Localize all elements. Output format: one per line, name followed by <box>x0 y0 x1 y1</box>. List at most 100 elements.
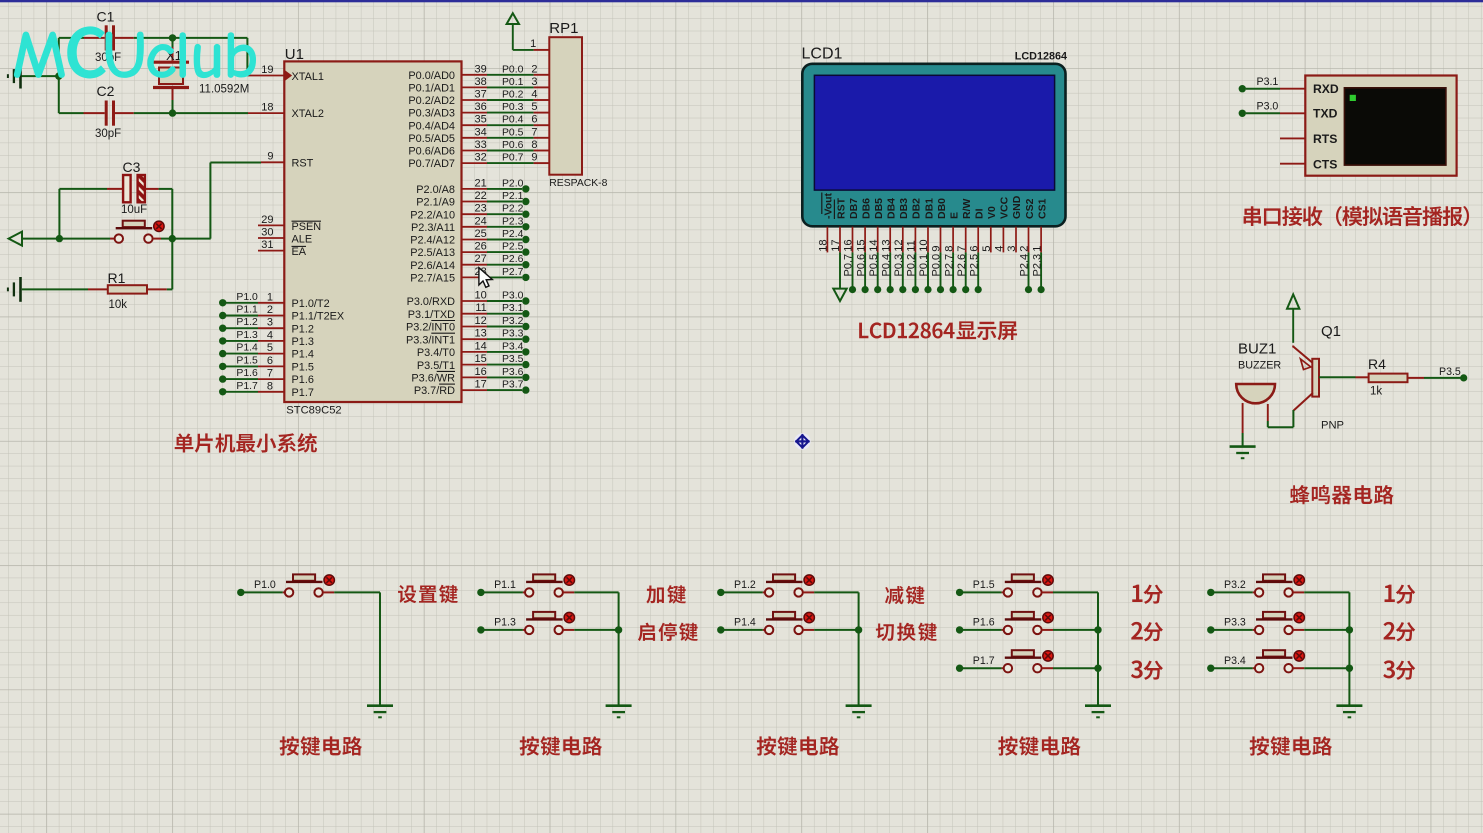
svg-text:P1.7: P1.7 <box>292 387 314 399</box>
svg-text:PSEN: PSEN <box>292 221 322 233</box>
svg-text:P0.2: P0.2 <box>906 254 918 277</box>
svg-text:P3.0: P3.0 <box>502 291 524 302</box>
svg-text:29: 29 <box>261 214 273 226</box>
svg-text:P0.1: P0.1 <box>918 254 930 277</box>
svg-text:P1.5: P1.5 <box>292 362 314 374</box>
svg-text:8: 8 <box>531 139 537 151</box>
svg-text:21: 21 <box>475 177 487 189</box>
svg-text:P3.1: P3.1 <box>1257 76 1279 88</box>
svg-text:P3.4: P3.4 <box>502 341 524 352</box>
svg-text:P0.7: P0.7 <box>843 254 855 277</box>
svg-text:DB0: DB0 <box>936 198 948 219</box>
svg-text:P2.3/A11: P2.3/A11 <box>411 222 455 234</box>
svg-text:5: 5 <box>531 101 537 113</box>
svg-text:R1: R1 <box>108 270 126 286</box>
svg-text:P1.0: P1.0 <box>254 579 276 591</box>
svg-text:LCD12864: LCD12864 <box>1015 51 1067 63</box>
svg-text:5: 5 <box>981 246 993 252</box>
svg-text:P3.5/T1: P3.5/T1 <box>417 360 455 372</box>
svg-text:37: 37 <box>475 89 487 101</box>
svg-text:P1.4: P1.4 <box>734 617 756 629</box>
svg-text:13: 13 <box>475 328 487 340</box>
svg-text:P2.2/A10: P2.2/A10 <box>410 209 455 221</box>
svg-text:P1.5: P1.5 <box>973 579 995 591</box>
svg-text:7: 7 <box>956 246 968 252</box>
svg-text:P3.5: P3.5 <box>1439 366 1461 378</box>
svg-text:P0.0: P0.0 <box>502 64 524 75</box>
svg-text:P2.4: P2.4 <box>1019 254 1031 277</box>
svg-text:P2.0: P2.0 <box>502 178 524 189</box>
svg-text:DB3: DB3 <box>898 198 910 219</box>
svg-text:P0.5/AD5: P0.5/AD5 <box>408 133 455 145</box>
svg-text:P0.6/AD6: P0.6/AD6 <box>408 146 455 158</box>
svg-text:P1.2: P1.2 <box>734 579 756 591</box>
svg-text:30pF: 30pF <box>95 128 121 140</box>
svg-text:P2.4/A12: P2.4/A12 <box>410 235 455 247</box>
svg-text:BUZZER: BUZZER <box>1238 360 1281 372</box>
svg-text:XTAL2: XTAL2 <box>292 108 325 120</box>
svg-text:RST: RST <box>835 197 847 219</box>
svg-text:RP1: RP1 <box>549 20 578 37</box>
svg-text:3: 3 <box>1006 246 1018 252</box>
svg-text:P1.3: P1.3 <box>292 336 314 348</box>
svg-text:P3.4/T0: P3.4/T0 <box>417 347 455 359</box>
svg-text:19: 19 <box>261 64 273 76</box>
svg-text:8: 8 <box>943 246 955 252</box>
svg-text:P2.0/A8: P2.0/A8 <box>416 184 455 196</box>
svg-text:R4: R4 <box>1368 356 1386 372</box>
svg-text:P0.7: P0.7 <box>502 153 524 164</box>
svg-text:17: 17 <box>475 379 487 391</box>
svg-text:P1.2: P1.2 <box>292 323 314 335</box>
svg-text:25: 25 <box>475 228 487 240</box>
svg-text:P2.4: P2.4 <box>502 229 524 240</box>
svg-text:33: 33 <box>475 139 487 151</box>
svg-text:24: 24 <box>475 215 487 227</box>
svg-text:P3.2: P3.2 <box>1224 579 1246 591</box>
svg-text:CS1: CS1 <box>1036 198 1048 219</box>
svg-text:R/W: R/W <box>961 199 973 220</box>
svg-text:TXD: TXD <box>1313 106 1338 120</box>
svg-text:31: 31 <box>261 239 273 251</box>
svg-text:ALE: ALE <box>292 234 313 246</box>
svg-text:CS2: CS2 <box>1024 198 1036 219</box>
svg-text:P1.1: P1.1 <box>236 305 258 316</box>
svg-text:11: 11 <box>906 240 918 252</box>
svg-text:P1.6: P1.6 <box>292 374 314 386</box>
svg-text:P3.0: P3.0 <box>1257 101 1279 113</box>
svg-text:P0.5: P0.5 <box>502 127 524 138</box>
svg-text:36: 36 <box>475 101 487 113</box>
svg-text:13: 13 <box>881 239 893 251</box>
svg-text:11: 11 <box>475 302 486 314</box>
svg-text:PNP: PNP <box>1321 419 1344 431</box>
svg-text:U1: U1 <box>285 46 304 63</box>
svg-text:P1.6: P1.6 <box>236 368 258 379</box>
svg-text:7: 7 <box>531 126 537 138</box>
svg-text:6: 6 <box>968 246 980 252</box>
svg-text:34: 34 <box>475 126 487 138</box>
svg-text:12: 12 <box>893 239 905 251</box>
svg-text:P1.1: P1.1 <box>494 579 516 591</box>
svg-text:11.0592M: 11.0592M <box>199 84 249 96</box>
svg-text:P0.2: P0.2 <box>502 90 524 101</box>
svg-text:P0.5: P0.5 <box>868 254 880 277</box>
svg-text:P0.6: P0.6 <box>502 140 524 151</box>
svg-text:6: 6 <box>267 355 273 367</box>
svg-text:15: 15 <box>475 353 487 365</box>
svg-text:DB2: DB2 <box>911 198 923 219</box>
svg-text:1: 1 <box>1031 246 1043 252</box>
svg-text:P0.1/AD1: P0.1/AD1 <box>408 83 455 95</box>
svg-text:18: 18 <box>261 101 273 113</box>
svg-text:CTS: CTS <box>1313 157 1337 171</box>
svg-text:35: 35 <box>475 114 487 126</box>
svg-text:P1.0: P1.0 <box>236 292 258 303</box>
svg-text:3: 3 <box>267 317 273 329</box>
svg-text:P0.0/AD0: P0.0/AD0 <box>408 70 455 82</box>
svg-text:P3.3/INT1: P3.3/INT1 <box>406 334 455 346</box>
svg-text:P2.6/A14: P2.6/A14 <box>410 260 455 272</box>
svg-text:10uF: 10uF <box>121 204 147 216</box>
svg-text:P0.2/AD2: P0.2/AD2 <box>408 95 455 107</box>
svg-text:P2.7: P2.7 <box>502 267 524 278</box>
svg-text:P1.3: P1.3 <box>494 617 516 629</box>
svg-text:RESPACK-8: RESPACK-8 <box>549 178 607 189</box>
svg-text:1k: 1k <box>1370 386 1382 398</box>
